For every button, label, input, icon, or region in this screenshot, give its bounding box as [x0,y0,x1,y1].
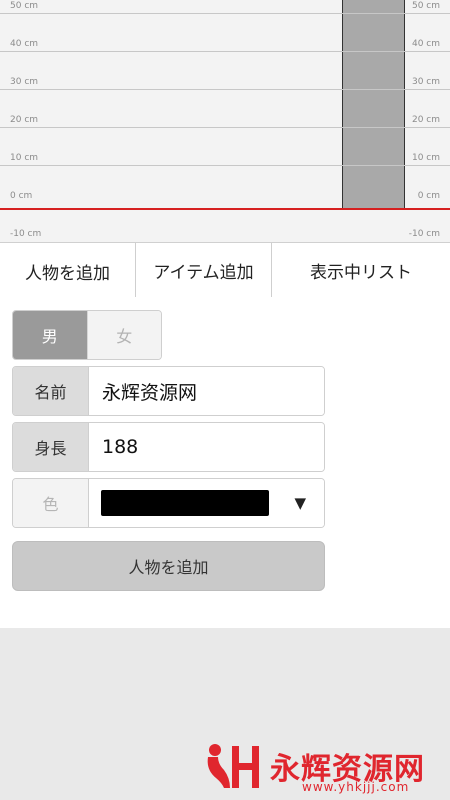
ruler-tick-label-right: 10 cm [411,153,440,163]
ruler-tick-label-right: 50 cm [411,1,440,11]
name-label: 名前 [13,367,89,415]
ruler-tick-label-left: 0 cm [10,191,33,201]
ruler-tick-label-right: -10 cm [408,229,440,239]
triangle-down-icon: ▼ [294,494,306,512]
height-input[interactable]: 188 [89,423,324,471]
ruler-gridline [0,13,450,14]
gender-toggle: 男 女 [12,310,162,360]
ruler-tick-label-right: 40 cm [411,39,440,49]
ruler-tick-label-left: 30 cm [10,77,39,87]
tab-display-list[interactable]: 表示中リスト [271,243,450,299]
height-row: 身長 188 [12,422,325,472]
name-row: 名前 永辉资源网 [12,366,325,416]
ruler-tick-label-left: 10 cm [10,153,39,163]
person-height-bar[interactable] [342,0,405,208]
tab-add-person[interactable]: 人物を追加 [0,243,135,299]
height-ruler-chart: 50 cm 50 cm 40 cm 40 cm 30 cm 30 cm 20 cm 20 cm… [0,0,450,242]
gender-female-button[interactable]: 女 [86,311,161,359]
ruler-gridline [0,165,450,166]
add-person-form: 男 女 名前 永辉资源网 身長 188 色 ▼ 人物を追加 [0,297,450,628]
ruler-gridline [0,89,450,90]
tab-bar: 人物を追加 アイテム追加 表示中リスト [0,242,450,299]
ruler-gridline [0,51,450,52]
color-row: 色 ▼ [12,478,325,528]
color-swatch [101,490,269,516]
ruler-tick-label-right: 30 cm [411,77,440,87]
ruler-gridline [0,127,450,128]
ruler-tick-label-right: 0 cm [417,191,440,201]
color-label: 色 [13,479,89,527]
height-label: 身長 [13,423,89,471]
name-input[interactable]: 永辉资源网 [89,367,324,415]
ruler-tick-label-left: 40 cm [10,39,39,49]
ruler-zero-line [0,208,450,210]
ruler-tick-label-left: 20 cm [10,115,39,125]
watermark: 永辉资源网 www.yhkjjj.com [202,740,450,800]
color-select[interactable]: ▼ [89,479,324,527]
yh-logo-icon [207,744,259,788]
gender-male-button[interactable]: 男 [13,311,87,359]
ruler-tick-label-left: -10 cm [10,229,42,239]
ruler-tick-label-left: 50 cm [10,1,39,11]
ruler-tick-label-right: 20 cm [411,115,440,125]
watermark-url: www.yhkjjj.com [302,780,410,794]
tab-add-item[interactable]: アイテム追加 [135,243,271,299]
add-person-button[interactable]: 人物を追加 [12,541,325,591]
